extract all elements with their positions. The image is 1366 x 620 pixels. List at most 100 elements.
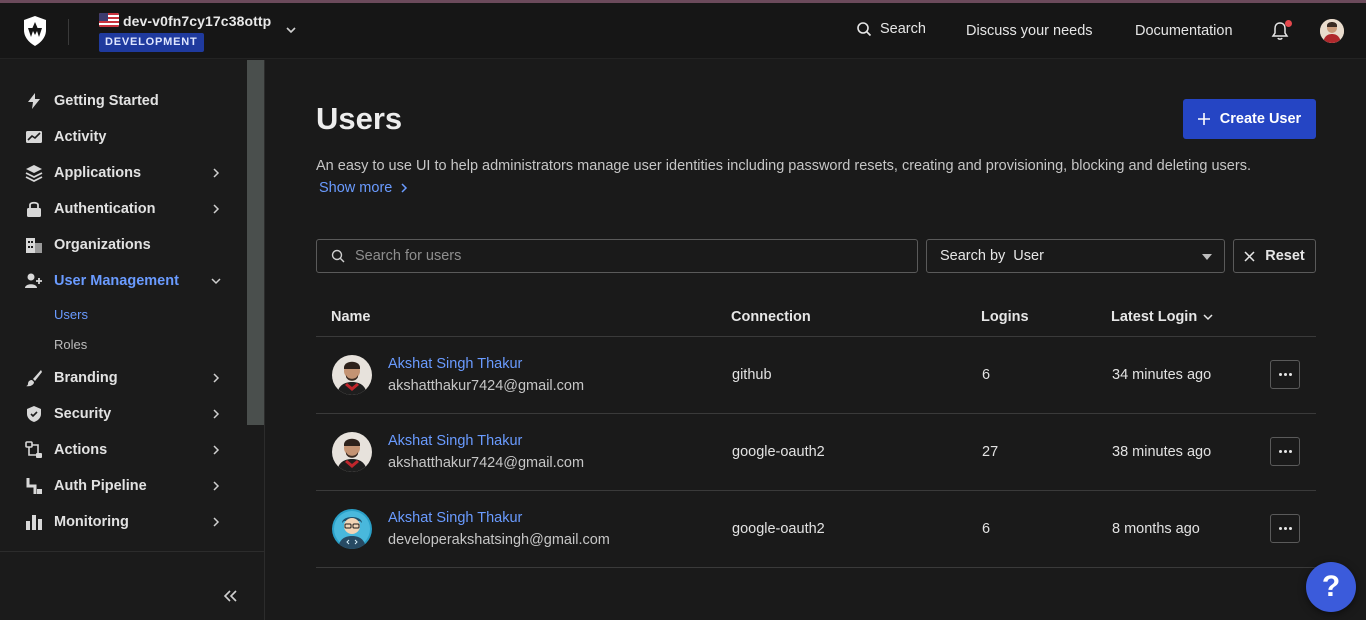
- header-search-button[interactable]: Search: [856, 21, 926, 37]
- sidebar-item-actions[interactable]: Actions: [0, 432, 246, 468]
- sidebar-item-auth-pipeline[interactable]: Auth Pipeline: [0, 468, 246, 504]
- sidebar-item-monitoring[interactable]: Monitoring: [0, 504, 246, 540]
- create-user-button[interactable]: Create User: [1183, 99, 1316, 139]
- row-actions-button[interactable]: [1270, 360, 1300, 389]
- user-logins: 6: [982, 521, 991, 537]
- user-search-field[interactable]: [316, 239, 918, 273]
- sidebar-item-label: Getting Started: [54, 93, 159, 109]
- sidebar-item-organizations[interactable]: Organizations: [0, 227, 246, 263]
- chevron-down-icon[interactable]: [284, 23, 298, 37]
- search-input[interactable]: [355, 248, 895, 264]
- sidebar-scrollbar[interactable]: [247, 60, 264, 425]
- sidebar: Getting Started Activity Applications Au…: [0, 60, 265, 620]
- more-dot: [1278, 527, 1282, 530]
- user-name-link[interactable]: Akshat Singh Thakur: [388, 433, 522, 449]
- chevron-right-icon: [213, 445, 220, 455]
- help-button[interactable]: ?: [1306, 562, 1356, 612]
- table-divider: [316, 567, 1316, 568]
- column-header-connection: Connection: [731, 309, 811, 325]
- chevron-right-icon: [401, 183, 408, 193]
- user-logins: 6: [982, 367, 991, 383]
- sidebar-item-label: Actions: [54, 442, 108, 458]
- chevron-right-icon: [213, 409, 220, 419]
- caret-down-icon: [1202, 254, 1212, 260]
- sidebar-item-branding[interactable]: Branding: [0, 360, 246, 396]
- user-connection: google-oauth2: [732, 521, 825, 537]
- collapse-sidebar-icon[interactable]: [222, 588, 238, 604]
- search-icon: [857, 22, 872, 37]
- table-row[interactable]: Akshat Singh Thakur akshatthakur7424@gma…: [316, 414, 1316, 491]
- user-name-link[interactable]: Akshat Singh Thakur: [388, 510, 522, 526]
- sidebar-item-label: Organizations: [54, 237, 151, 253]
- column-header-name: Name: [331, 309, 371, 325]
- search-icon: [331, 249, 345, 263]
- reset-label: Reset: [1265, 248, 1305, 264]
- sidebar-subitem-users[interactable]: Users: [54, 307, 88, 322]
- chevron-right-icon: [213, 373, 220, 383]
- chart-icon: [24, 127, 44, 147]
- more-dot: [1278, 450, 1282, 453]
- notification-dot: [1285, 20, 1292, 27]
- sidebar-item-getting-started[interactable]: Getting Started: [0, 83, 246, 119]
- chevron-right-icon: [213, 204, 220, 214]
- user-connection: google-oauth2: [732, 444, 825, 460]
- sidebar-item-applications[interactable]: Applications: [0, 155, 246, 191]
- column-header-latest-login[interactable]: Latest Login: [1111, 309, 1213, 325]
- sidebar-item-label: Branding: [54, 370, 118, 386]
- chevron-right-icon: [213, 481, 220, 491]
- search-by-value: User: [1013, 248, 1044, 264]
- search-by-select[interactable]: Search by User: [926, 239, 1225, 273]
- close-icon: [1244, 250, 1255, 262]
- table-row[interactable]: Akshat Singh Thakur developerakshatsingh…: [316, 491, 1316, 568]
- brush-icon: [24, 368, 44, 388]
- us-flag-icon: [99, 13, 119, 27]
- sidebar-item-authentication[interactable]: Authentication: [0, 191, 246, 227]
- sidebar-item-label: Activity: [54, 129, 107, 145]
- sidebar-item-label: User Management: [54, 273, 179, 289]
- user-latest-login: 34 minutes ago: [1112, 367, 1212, 383]
- environment-badge: DEVELOPMENT: [99, 33, 204, 52]
- more-dot: [1278, 373, 1282, 376]
- plus-icon: [1197, 113, 1210, 125]
- sidebar-item-label: Security: [54, 406, 112, 422]
- auth0-logo-icon[interactable]: [22, 15, 48, 47]
- main-content: Users Create User An easy to use UI to h…: [265, 60, 1366, 620]
- flow-icon: [24, 440, 44, 460]
- page-description: An easy to use UI to help administrators…: [316, 158, 1251, 174]
- row-actions-button[interactable]: [1270, 514, 1300, 543]
- header-divider: [68, 19, 69, 45]
- lightning-icon: [24, 91, 44, 111]
- user-logins: 27: [982, 444, 999, 460]
- shield-icon: [24, 404, 44, 424]
- user-name-link[interactable]: Akshat Singh Thakur: [388, 356, 522, 372]
- more-dot: [1283, 373, 1287, 376]
- tenant-name[interactable]: dev-v0fn7cy17c38ottp: [123, 13, 271, 29]
- more-dot: [1283, 527, 1287, 530]
- show-more-link[interactable]: Show more: [319, 180, 408, 196]
- users-icon: [24, 271, 44, 291]
- pipeline-icon: [24, 476, 44, 496]
- row-actions-button[interactable]: [1270, 437, 1300, 466]
- user-latest-login: 38 minutes ago: [1112, 444, 1212, 460]
- discuss-needs-link[interactable]: Discuss your needs: [966, 23, 1093, 39]
- column-header-logins: Logins: [981, 309, 1029, 325]
- more-dot: [1288, 450, 1292, 453]
- documentation-link[interactable]: Documentation: [1135, 23, 1233, 39]
- lock-icon: [24, 199, 44, 219]
- sidebar-item-user-management[interactable]: User Management: [0, 263, 246, 299]
- sidebar-item-activity[interactable]: Activity: [0, 119, 246, 155]
- sidebar-item-security[interactable]: Security: [0, 396, 246, 432]
- sidebar-item-label: Authentication: [54, 201, 156, 217]
- sidebar-item-label: Auth Pipeline: [54, 478, 147, 494]
- top-header: dev-v0fn7cy17c38ottp DEVELOPMENT Search …: [0, 3, 1366, 59]
- table-row[interactable]: Akshat Singh Thakur akshatthakur7424@gma…: [316, 337, 1316, 414]
- more-dot: [1288, 527, 1292, 530]
- user-avatar[interactable]: [1320, 19, 1344, 43]
- more-dot: [1283, 450, 1287, 453]
- more-dot: [1288, 373, 1292, 376]
- sidebar-subitem-roles[interactable]: Roles: [54, 337, 87, 352]
- reset-button[interactable]: Reset: [1233, 239, 1316, 273]
- sidebar-item-label: Monitoring: [54, 514, 129, 530]
- user-connection: github: [732, 367, 772, 383]
- chevron-right-icon: [213, 517, 220, 527]
